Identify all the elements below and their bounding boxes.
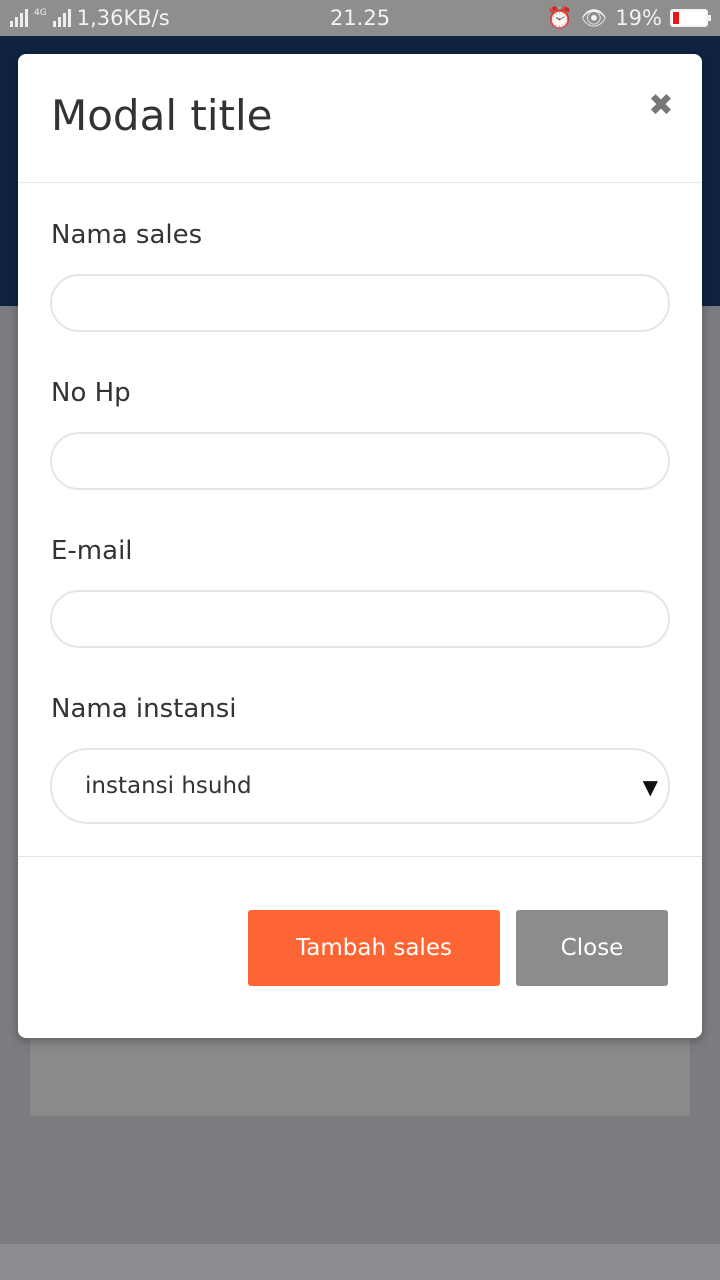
no-hp-label: No Hp: [51, 378, 131, 408]
add-sales-modal: Modal title ✖ Nama sales No Hp E-mail Na…: [18, 54, 702, 1038]
close-icon[interactable]: ✖: [646, 88, 676, 124]
battery-percent: 19%: [615, 6, 662, 30]
status-bar: 4G 1,36KB/s 21.25 ⏰ 👁 19%: [0, 0, 720, 36]
alarm-icon: ⏰: [546, 5, 573, 30]
caret-down-icon: ▼: [642, 775, 658, 799]
modal-header: Modal title ✖: [18, 54, 702, 183]
modal-footer: Tambah sales Close: [18, 856, 702, 1038]
eye-icon: 👁: [580, 5, 608, 30]
nama-sales-input[interactable]: [50, 274, 670, 332]
nama-instansi-select[interactable]: instansi hsuhd ▼: [50, 748, 670, 824]
nama-instansi-label: Nama instansi: [51, 694, 237, 724]
page-footer-background: [0, 1244, 720, 1280]
email-label: E-mail: [51, 536, 133, 566]
email-input[interactable]: [50, 590, 670, 648]
battery-icon: [670, 9, 711, 27]
nama-sales-label: Nama sales: [51, 220, 203, 250]
modal-title: Modal title: [51, 91, 273, 140]
close-button[interactable]: Close: [516, 910, 668, 986]
no-hp-input[interactable]: [50, 432, 670, 490]
status-right: ⏰ 👁 19%: [546, 4, 711, 32]
tambah-sales-button[interactable]: Tambah sales: [248, 910, 500, 986]
select-value: instansi hsuhd: [85, 773, 252, 799]
